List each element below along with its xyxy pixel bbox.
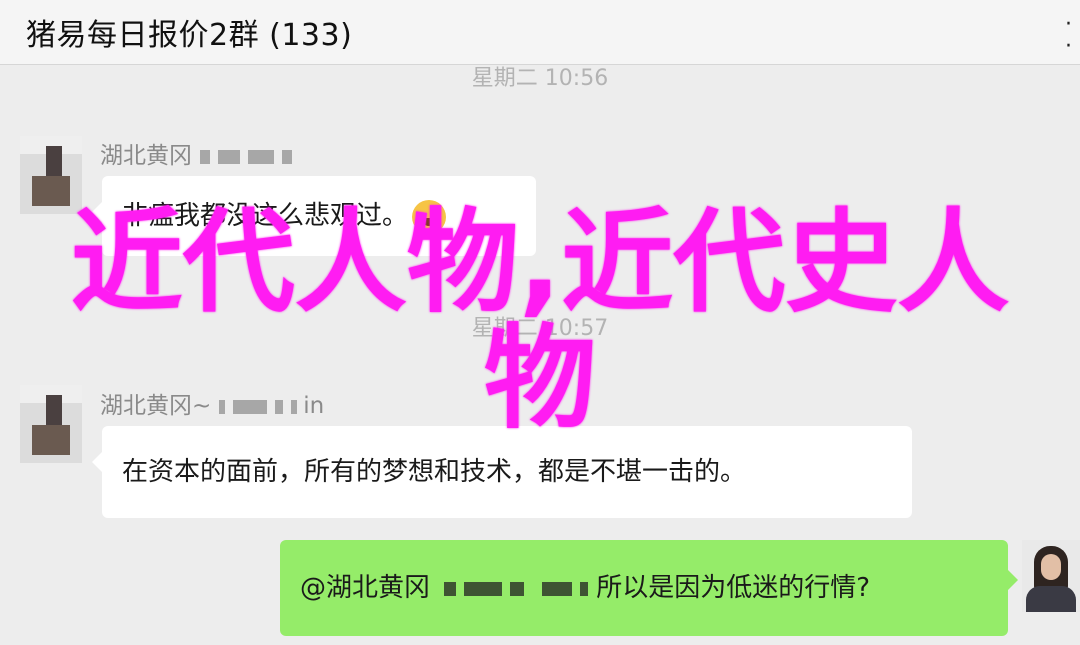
timestamp: 星期二 10:56 (471, 66, 609, 91)
watermark-overlay-text: 近代人物,近代史人 物 (0, 205, 1080, 437)
chat-header: 猪易每日报价2群 (133) · · (0, 0, 1080, 65)
overlay-line-1: 近代人物,近代史人 (70, 198, 1010, 328)
chat-title: 猪易每日报价2群 (133) (26, 18, 353, 53)
mention-text: @湖北黄冈 (300, 573, 431, 603)
message-text: 所以是因为低迷的行情? (596, 573, 871, 603)
message-text: 在资本的面前，所有的梦想和技术，都是不堪一击的。 (122, 457, 747, 487)
more-dots-icon[interactable]: · · (1065, 14, 1072, 58)
self-avatar[interactable] (1022, 540, 1080, 612)
sender-name-text: 湖北黄冈 (100, 143, 192, 169)
overlay-line-2: 物 (484, 314, 596, 444)
self-message-bubble[interactable]: @湖北黄冈 所以是因为低迷的行情? (280, 540, 1018, 636)
sender-name: 湖北黄冈 (100, 136, 292, 170)
